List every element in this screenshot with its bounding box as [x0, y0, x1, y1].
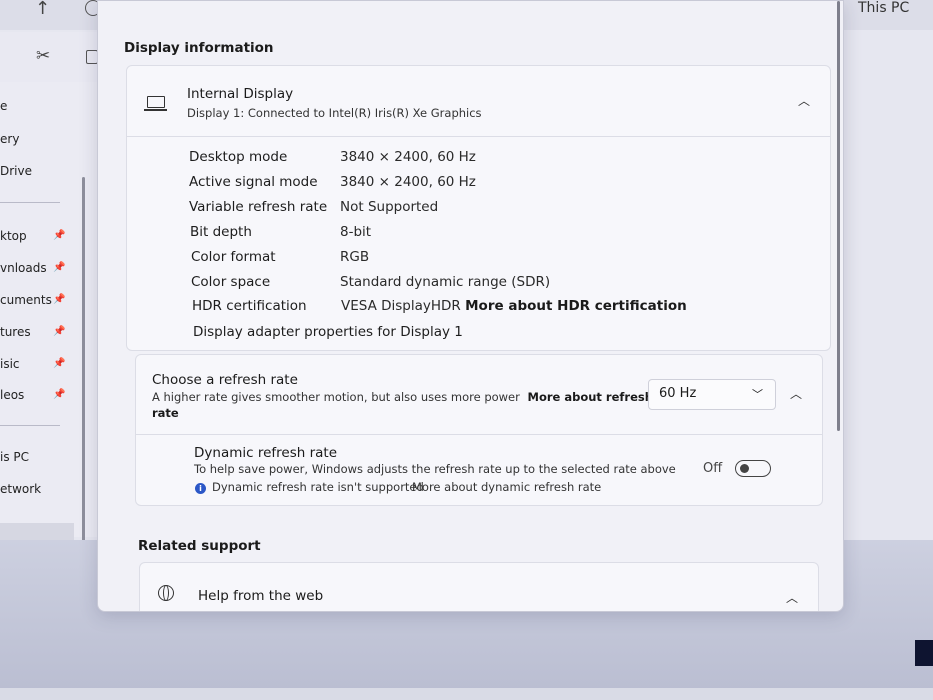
sidebar-item-home[interactable]: e — [0, 99, 7, 113]
toggle-knob — [740, 464, 749, 473]
dynamic-refresh-notice: Dynamic refresh rate isn't supported — [212, 480, 424, 494]
pin-icon: 📌 — [53, 358, 66, 369]
hdr-label: HDR certification — [192, 298, 307, 314]
sidebar-item-pictures[interactable]: tures — [0, 325, 31, 339]
sidebar-item-this-pc[interactable]: is PC — [0, 450, 29, 464]
pin-icon: 📌 — [53, 326, 66, 337]
dynamic-refresh-toggle[interactable] — [735, 460, 771, 477]
monitor-subtitle: Display 1: Connected to Intel(R) Iris(R)… — [187, 106, 482, 120]
info-icon: i — [195, 483, 206, 494]
explorer-location-label: This PC — [858, 0, 910, 16]
card-divider — [136, 434, 822, 435]
help-from-web-card[interactable]: Help from the web ︿ — [139, 562, 819, 611]
sidebar-item-music[interactable]: isic — [0, 357, 20, 371]
info-value: RGB — [340, 249, 370, 265]
dynamic-refresh-link[interactable]: More about dynamic refresh rate — [412, 480, 601, 494]
up-arrow-icon[interactable]: ↑ — [35, 0, 50, 19]
refresh-rate-link-continued[interactable]: rate — [152, 406, 179, 420]
display-information-heading: Display information — [124, 40, 274, 56]
sidebar-scrollbar[interactable] — [82, 177, 85, 547]
info-value: 3840 × 2400, 60 Hz — [340, 149, 476, 165]
info-value: Not Supported — [340, 199, 439, 215]
help-from-web-label: Help from the web — [198, 588, 324, 604]
chevron-up-icon[interactable]: ︿ — [786, 589, 798, 606]
display-adapter-properties-link[interactable]: Display adapter properties for Display 1 — [193, 324, 463, 340]
taskbar — [0, 688, 933, 700]
display-info-card: Internal Display Display 1: Connected to… — [126, 65, 831, 351]
sidebar-item-downloads[interactable]: vnloads — [0, 261, 47, 275]
desktop-corner — [915, 640, 933, 666]
hdr-certification-link[interactable]: More about HDR certification — [465, 298, 687, 314]
refresh-rate-dropdown[interactable]: 60 Hz ﹀ — [648, 379, 776, 410]
explorer-toolbar: ✂ — [0, 32, 110, 83]
pin-icon: 📌 — [53, 389, 66, 400]
sidebar-item-documents[interactable]: cuments — [0, 293, 52, 307]
info-value: 8-bit — [340, 224, 372, 240]
info-label: Variable refresh rate — [189, 199, 328, 215]
sidebar-item-videos[interactable]: leos — [0, 388, 24, 402]
related-support-heading: Related support — [138, 538, 261, 554]
info-value: Standard dynamic range (SDR) — [340, 274, 551, 290]
info-value: 3840 × 2400, 60 Hz — [340, 174, 476, 190]
sidebar-item-network[interactable]: etwork — [0, 482, 41, 496]
explorer-sidebar: e ery Drive ktop 📌 vnloads 📌 cuments 📌 t… — [0, 82, 98, 553]
pin-icon: 📌 — [53, 262, 66, 273]
info-label: Color format — [191, 249, 276, 265]
sidebar-divider — [0, 425, 60, 426]
refresh-rate-link[interactable]: More about refresh — [528, 390, 653, 404]
info-label: Color space — [191, 274, 271, 290]
monitor-title: Internal Display — [187, 86, 294, 102]
globe-icon-meridian — [163, 585, 169, 601]
info-label: Bit depth — [190, 224, 252, 240]
chevron-down-icon: ﹀ — [752, 388, 763, 401]
refresh-rate-title: Choose a refresh rate — [152, 372, 298, 388]
chevron-up-icon[interactable]: ︿ — [798, 92, 810, 109]
refresh-rate-card: Choose a refresh rate A higher rate give… — [135, 354, 823, 506]
sidebar-divider — [0, 202, 60, 203]
pin-icon: 📌 — [53, 294, 66, 305]
info-label: Active signal mode — [189, 174, 318, 190]
chevron-up-icon[interactable]: ︿ — [790, 385, 802, 402]
hdr-value-row: VESA DisplayHDR More about HDR certifica… — [341, 298, 687, 314]
card-divider — [127, 136, 830, 137]
hdr-value: VESA DisplayHDR — [341, 298, 461, 314]
dynamic-refresh-title: Dynamic refresh rate — [194, 445, 338, 461]
dynamic-refresh-description: To help save power, Windows adjusts the … — [194, 462, 676, 476]
refresh-rate-selected: 60 Hz — [659, 386, 697, 401]
sidebar-item-onedrive[interactable]: Drive — [0, 164, 32, 178]
scissors-icon[interactable]: ✂ — [36, 46, 50, 66]
settings-window: Display information Internal Display Dis… — [97, 0, 844, 612]
laptop-icon — [147, 96, 165, 108]
display-info-header[interactable]: Internal Display Display 1: Connected to… — [127, 66, 830, 136]
pin-icon: 📌 — [53, 230, 66, 241]
settings-scrollbar[interactable] — [837, 1, 840, 431]
sidebar-item-desktop[interactable]: ktop — [0, 229, 27, 243]
refresh-rate-description-text: A higher rate gives smoother motion, but… — [152, 390, 520, 404]
refresh-rate-description: A higher rate gives smoother motion, but… — [152, 390, 653, 404]
sidebar-item-gallery[interactable]: ery — [0, 132, 19, 146]
toggle-state-label: Off — [703, 461, 723, 476]
info-label: Desktop mode — [189, 149, 288, 165]
laptop-base — [144, 109, 167, 111]
